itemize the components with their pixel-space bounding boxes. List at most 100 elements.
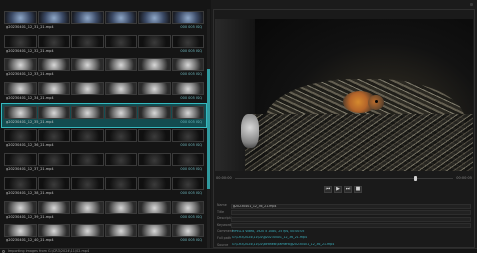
thumbnail bbox=[37, 82, 70, 96]
video-frame-object bbox=[241, 114, 259, 148]
file-duration: 000 005 ISQ bbox=[180, 25, 202, 29]
thumbnail bbox=[4, 82, 37, 96]
thumbnail bbox=[171, 11, 204, 24]
thumbnail bbox=[71, 82, 104, 96]
list-item[interactable]: g20230401_12_40_21.mp4 000 005 ISQ bbox=[2, 222, 206, 246]
list-item[interactable]: g20230401_12_31_21.mp4 000 005 ISQ bbox=[2, 9, 206, 33]
status-text: Importing images from G:\CR3\2024\11\02.… bbox=[8, 249, 90, 253]
thumbnail bbox=[104, 129, 137, 143]
file-name: g20230401_12_39_21.mp4 bbox=[6, 214, 54, 219]
play-button[interactable]: ▶ bbox=[334, 186, 342, 193]
list-item[interactable]: g20230401_12_39_21.mp4 000 005 ISQ bbox=[2, 199, 206, 223]
thumbnail bbox=[171, 82, 204, 96]
thumbnail bbox=[138, 224, 171, 238]
timeline-track[interactable] bbox=[235, 178, 453, 179]
playback-timeline[interactable]: 00:00:00 00:00:05 bbox=[215, 176, 473, 182]
next-button[interactable]: ⏭ bbox=[344, 186, 352, 193]
thumbnail bbox=[138, 11, 171, 24]
thumbnail bbox=[4, 58, 37, 72]
thumbnail bbox=[138, 82, 171, 96]
stop-button[interactable]: ■ bbox=[354, 186, 362, 193]
list-item[interactable]: g20230401_12_37_21.mp4 000 005 ISQ bbox=[2, 151, 206, 175]
timeline-end-time: 00:00:05 bbox=[456, 176, 472, 180]
file-duration: 000 005 ISQ bbox=[180, 143, 202, 148]
thumbnail bbox=[104, 58, 137, 72]
metadata-row: Description bbox=[215, 216, 473, 223]
metadata-value-field[interactable]: g20230401_12_36_21.mp4 bbox=[231, 203, 471, 209]
list-item[interactable]: g20230401_12_35_21.mp4 000 005 ISQ bbox=[1, 102, 207, 129]
thumbnail bbox=[138, 58, 171, 72]
thumbnail bbox=[4, 105, 37, 119]
viewer-menu-icon[interactable] bbox=[470, 3, 473, 6]
thumbnail bbox=[4, 11, 37, 24]
metadata-panel: Name g20230401_12_36_21.mp4 Title Descripti… bbox=[215, 203, 473, 249]
thumbnail bbox=[37, 153, 70, 167]
thumbnail bbox=[71, 105, 104, 119]
file-duration: 000 005 ISQ bbox=[180, 96, 202, 101]
thumbnail bbox=[71, 200, 104, 214]
file-duration: 000 005 ISQ bbox=[180, 119, 202, 124]
metadata-value-field[interactable] bbox=[231, 223, 471, 229]
thumbnail bbox=[4, 200, 37, 214]
file-duration: 000 005 ISQ bbox=[180, 238, 202, 243]
video-preview[interactable] bbox=[215, 19, 473, 171]
previous-button[interactable]: ⏮ bbox=[324, 186, 332, 193]
thumbnail bbox=[171, 224, 204, 238]
thumbnail bbox=[171, 105, 204, 119]
file-name: g20230401_12_32_21.mp4 bbox=[6, 48, 54, 53]
metadata-value-field[interactable] bbox=[231, 216, 471, 222]
status-spinner-icon bbox=[2, 249, 5, 253]
thumbnail bbox=[104, 34, 137, 48]
file-name: g20230401_12_31_21.mp4 bbox=[6, 25, 54, 29]
file-name: g20230401_12_35_21.mp4 bbox=[6, 119, 54, 124]
file-duration: 000 005 ISQ bbox=[180, 214, 202, 219]
thumbnail bbox=[138, 105, 171, 119]
app-window: g20230401_12_31_21.mp4 000 005 ISQ g202304… bbox=[0, 0, 477, 253]
thumbnail bbox=[71, 11, 104, 24]
thumbnail bbox=[4, 34, 37, 48]
metadata-row: Name g20230401_12_36_21.mp4 bbox=[215, 203, 473, 210]
thumbnail-list: g20230401_12_31_21.mp4 000 005 ISQ g202304… bbox=[1, 9, 207, 246]
metadata-row: Title bbox=[215, 210, 473, 217]
metadata-label: Name bbox=[217, 203, 227, 207]
thumbnail bbox=[104, 82, 137, 96]
thumbnail bbox=[37, 200, 70, 214]
thumbnail-strip bbox=[4, 224, 204, 238]
thumbnail bbox=[138, 176, 171, 190]
list-item[interactable]: g20230401_12_36_21.mp4 000 005 ISQ bbox=[2, 127, 206, 151]
thumbnail bbox=[71, 58, 104, 72]
file-name: g20230401_12_38_21.mp4 bbox=[6, 190, 54, 195]
list-item[interactable]: g20230401_12_33_21.mp4 000 005 ISQ bbox=[2, 56, 206, 80]
thumbnail bbox=[71, 176, 104, 190]
thumbnail bbox=[171, 153, 204, 167]
thumbnail bbox=[37, 105, 70, 119]
file-duration: 000 005 ISQ bbox=[180, 48, 202, 53]
file-name: g20230401_12_33_21.mp4 bbox=[6, 72, 54, 77]
scrollbar-thumb[interactable] bbox=[207, 69, 210, 189]
metadata-value-field[interactable]: G:\CR3\2024\11\02\g20230401_12_36_21.mp4 bbox=[231, 236, 471, 241]
thumbnail bbox=[171, 34, 204, 48]
metadata-value-field[interactable] bbox=[231, 210, 471, 216]
metadata-label: Source bbox=[217, 242, 229, 247]
list-item[interactable]: g20230401_12_34_21.mp4 000 005 ISQ bbox=[2, 80, 206, 104]
thumbnail bbox=[37, 176, 70, 190]
thumbnail-list-scrollbar[interactable] bbox=[207, 9, 210, 248]
thumbnail bbox=[37, 58, 70, 72]
thumbnail bbox=[104, 105, 137, 119]
thumbnail-strip bbox=[4, 105, 204, 119]
thumbnail bbox=[138, 200, 171, 214]
metadata-label: Full path bbox=[217, 235, 232, 240]
thumbnail bbox=[138, 153, 171, 167]
timeline-handle[interactable] bbox=[413, 176, 417, 181]
viewer-panel: 00:00:00 00:00:05 ⏮ ▶ ⏭ ■ Name g20230401_… bbox=[213, 9, 475, 248]
viewer-header bbox=[213, 2, 475, 8]
list-item[interactable]: g20230401_12_32_21.mp4 000 005 ISQ bbox=[2, 33, 206, 57]
metadata-value-field[interactable]: MPEG-4 video, 1920 x 1080, 25 fps, 00:00… bbox=[231, 230, 471, 235]
list-item[interactable]: g20230401_12_38_21.mp4 000 005 ISQ bbox=[2, 175, 206, 199]
thumbnail bbox=[71, 34, 104, 48]
thumbnail-strip bbox=[4, 34, 204, 48]
metadata-row: Comment MPEG-4 video, 1920 x 1080, 25 fps… bbox=[215, 229, 473, 236]
metadata-row: Keywords bbox=[215, 223, 473, 230]
thumbnail-strip bbox=[4, 153, 204, 167]
thumbnail bbox=[104, 200, 137, 214]
